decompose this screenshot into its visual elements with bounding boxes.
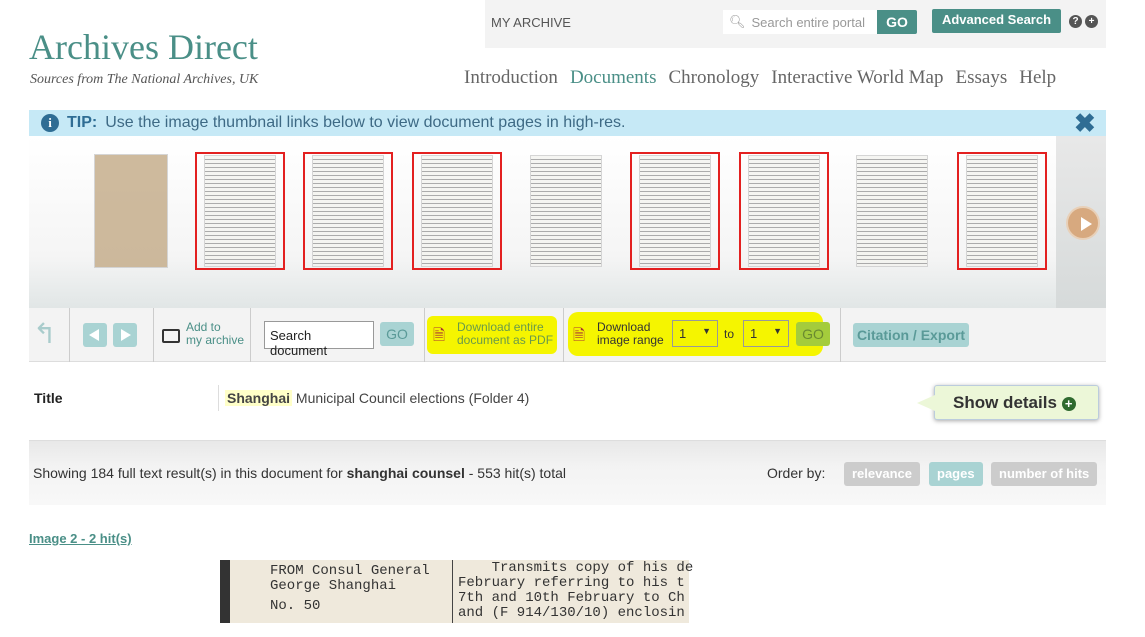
plus-icon[interactable]: +	[1085, 15, 1098, 28]
download-pdf-link[interactable]: Download entire document as PDF	[457, 321, 553, 347]
plus-circle-icon: +	[1061, 397, 1076, 411]
page-thumbnail[interactable]	[630, 152, 720, 270]
show-details-label: Show details	[953, 393, 1057, 412]
thumbnail-image	[312, 155, 384, 267]
nav-essays[interactable]: Essays	[956, 67, 1008, 89]
doc-text-line: FROM Consul General	[270, 563, 430, 579]
back-icon[interactable]: ↰	[33, 320, 56, 348]
thumbnail-image	[748, 155, 820, 267]
pdf-icon: 🗎︎	[573, 327, 586, 344]
thumbnail-image	[421, 155, 493, 267]
page-thumbnail[interactable]	[847, 152, 937, 270]
results-query: shanghai counsel	[346, 465, 465, 481]
pdf-icon: 🗎︎	[433, 327, 446, 344]
divider	[218, 385, 219, 411]
search-placeholder: Search entire portal	[751, 14, 865, 30]
tip-banner: i TIP: Use the image thumbnail links below…	[29, 110, 1106, 136]
add-to-label-2: my archive	[186, 333, 245, 347]
add-to-archive-link[interactable]: Add to my archive	[186, 321, 244, 347]
results-summary: Showing 184 full text result(s) in this …	[33, 465, 566, 481]
download-range-label: Download image range	[597, 321, 664, 347]
doc-text-line: Transmits copy of his de	[458, 560, 694, 576]
results-suffix: - 553 hit(s) total	[464, 465, 566, 481]
document-page-image[interactable]: FROM Consul General George Shanghai No. …	[220, 560, 693, 623]
next-thumbnails-button[interactable]	[1066, 206, 1100, 240]
search-document-go-button[interactable]: GO	[380, 322, 414, 346]
order-pages[interactable]: pages	[929, 462, 983, 486]
citation-export-button[interactable]: Citation / Export	[853, 323, 969, 347]
title-rest: Municipal Council elections (Folder 4)	[292, 390, 530, 406]
dropdown-arrow-icon: ▼	[702, 326, 711, 336]
info-icon: i	[41, 114, 59, 132]
folder-icon	[162, 329, 180, 343]
range-go-button[interactable]: GO	[796, 322, 830, 346]
range-to-value: 1	[750, 326, 758, 341]
doc-text-line: No. 50	[270, 598, 321, 614]
range-from-select[interactable]: 1 ▼	[672, 320, 718, 347]
doc-text-line: February referring to his t	[458, 575, 685, 591]
thumbnail-image	[94, 154, 168, 268]
portal-search-go-button[interactable]: GO	[877, 10, 917, 34]
site-subtitle: Sources from The National Archives, UK	[30, 72, 259, 87]
thumbnail-image	[966, 155, 1038, 267]
thumbnail-image	[204, 155, 276, 267]
order-relevance[interactable]: relevance	[844, 462, 920, 486]
title-label: Title	[34, 390, 63, 406]
tip-label: TIP:	[67, 114, 98, 131]
document-title: Shanghai Municipal Council elections (Fo…	[225, 390, 529, 406]
nav-world-map[interactable]: Interactive World Map	[771, 67, 943, 89]
prev-page-button[interactable]	[83, 323, 107, 347]
range-from-value: 1	[679, 326, 687, 341]
nav-documents[interactable]: Documents	[570, 67, 657, 89]
close-icon[interactable]: ✖	[1074, 110, 1096, 136]
thumbnail-image	[856, 155, 928, 267]
search-icon: 🔍︎	[729, 14, 746, 29]
download-range-label-2: image range	[597, 333, 664, 347]
title-highlight: Shanghai	[225, 390, 293, 406]
nav-introduction[interactable]: Introduction	[464, 67, 558, 89]
page-thumbnail[interactable]	[86, 152, 176, 270]
advanced-search-button[interactable]: Advanced Search	[932, 9, 1061, 33]
doc-text-line: George Shanghai	[270, 578, 397, 594]
page-thumbnail[interactable]	[412, 152, 502, 270]
show-details-button[interactable]: Show details +	[917, 385, 1099, 420]
order-number-of-hits[interactable]: number of hits	[991, 462, 1098, 486]
help-icon[interactable]: ?	[1069, 15, 1082, 28]
image-result-link[interactable]: Image 2 - 2 hit(s)	[29, 531, 132, 546]
range-to-select[interactable]: 1 ▼	[743, 320, 789, 347]
doc-text-line: and (F 914/130/10) enclosin	[458, 605, 685, 621]
range-to-label: to	[724, 327, 735, 341]
main-nav: Introduction Documents Chronology Intera…	[464, 67, 1056, 89]
thumbnail-image	[639, 155, 711, 267]
page-thumbnail[interactable]	[195, 152, 285, 270]
nav-chronology[interactable]: Chronology	[668, 67, 759, 89]
order-by-label: Order by:	[767, 465, 826, 481]
page-thumbnail[interactable]	[521, 152, 611, 270]
page-thumbnail[interactable]	[957, 152, 1047, 270]
my-archive-link[interactable]: MY ARCHIVE	[491, 15, 571, 30]
site-logo[interactable]: Archives Direct	[29, 26, 258, 68]
thumbnail-image	[530, 155, 602, 267]
nav-help[interactable]: Help	[1019, 67, 1056, 89]
next-page-button[interactable]	[113, 323, 137, 347]
dropdown-arrow-icon: ▼	[773, 326, 782, 336]
tip-text: Use the image thumbnail links below to v…	[105, 114, 626, 131]
portal-search-input[interactable]: 🔍︎ Search entire portal	[723, 10, 877, 34]
page-thumbnail[interactable]	[739, 152, 829, 270]
doc-text-line: 7th and 10th February to Ch	[458, 590, 685, 606]
download-pdf-label-2: document as PDF	[457, 333, 554, 347]
results-prefix: Showing 184 full text result(s) in this …	[33, 465, 347, 481]
page-thumbnail[interactable]	[303, 152, 393, 270]
search-document-input[interactable]: Search document	[264, 321, 374, 358]
